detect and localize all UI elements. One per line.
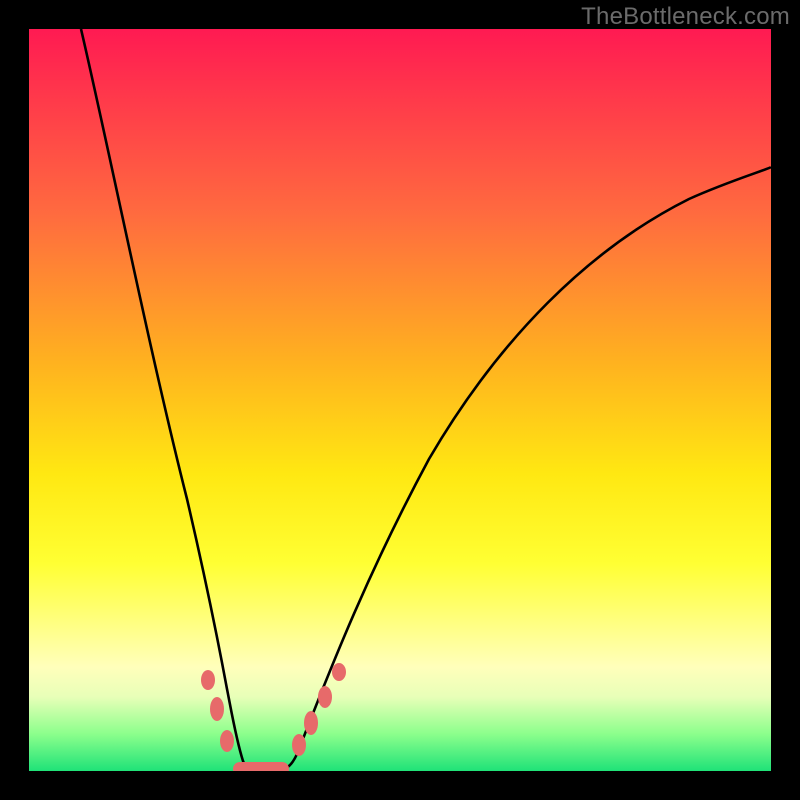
highlight-dot bbox=[201, 670, 215, 690]
highlight-dot bbox=[292, 734, 306, 756]
plot-area bbox=[29, 29, 771, 771]
chart-svg bbox=[29, 29, 771, 771]
highlight-dot bbox=[332, 663, 346, 681]
bottleneck-curve bbox=[81, 29, 771, 769]
highlight-dot bbox=[304, 711, 318, 735]
valley-bar bbox=[233, 762, 289, 771]
highlight-dot bbox=[220, 730, 234, 752]
highlight-dot bbox=[318, 686, 332, 708]
watermark-text: TheBottleneck.com bbox=[581, 3, 790, 31]
outer-frame: TheBottleneck.com bbox=[0, 0, 800, 800]
highlight-dot bbox=[210, 697, 224, 721]
